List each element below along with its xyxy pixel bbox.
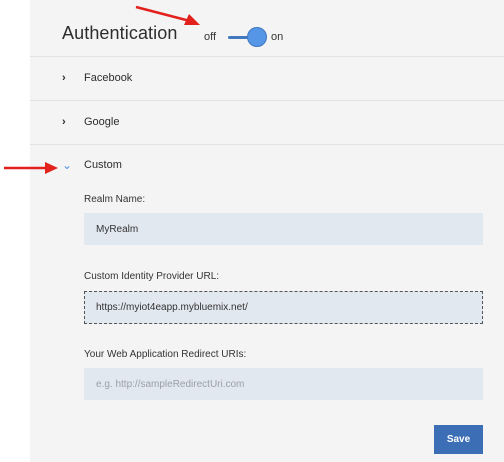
accordion-label: Custom [84,159,122,171]
toggle-off-label: off [204,31,217,43]
realm-name-input[interactable]: MyRealm [84,213,483,245]
divider [30,144,504,145]
authentication-toggle[interactable]: off on [204,27,304,49]
accordion-item-facebook[interactable]: › Facebook [62,71,482,91]
chevron-down-icon: ⌄ [62,158,73,172]
accordion-label: Google [84,116,120,128]
chevron-right-icon: › [62,116,66,128]
toggle-on-label: on [271,31,284,43]
annotation-arrow-custom [4,162,58,174]
save-button[interactable]: Save [434,425,483,454]
identity-provider-url-input[interactable]: https://myiot4eapp.mybluemix.net/ [84,291,483,324]
annotation-arrow-toggle [135,5,200,25]
accordion-label: Facebook [84,72,133,84]
redirect-uris-input[interactable]: e.g. http://sampleRedirectUri.com [84,368,483,400]
toggle-knob[interactable] [247,27,267,47]
divider [30,56,504,57]
chevron-right-icon: › [62,72,66,84]
realm-name-label: Realm Name: [84,194,146,205]
accordion-item-google[interactable]: › Google [62,115,482,135]
divider [30,100,504,101]
identity-provider-url-label: Custom Identity Provider URL: [84,271,220,282]
redirect-uris-label: Your Web Application Redirect URIs: [84,349,247,360]
authentication-header: Authentication off on [62,20,502,56]
accordion-item-custom[interactable]: ⌄ Custom [62,158,482,178]
